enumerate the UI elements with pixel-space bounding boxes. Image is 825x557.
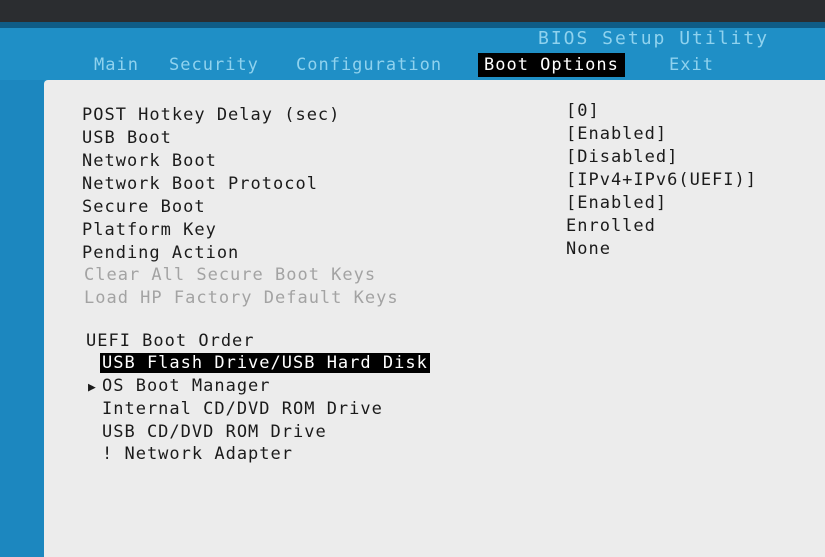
tab-security[interactable]: Security [163, 53, 265, 77]
screen-left-edge [0, 80, 44, 557]
monitor-bezel [0, 0, 825, 22]
boot-order-title: UEFI Boot Order [86, 331, 255, 351]
value-network-boot[interactable]: [Disabled] [566, 146, 678, 168]
value-secure-boot[interactable]: [Enabled] [566, 192, 667, 214]
boot-item-os-boot-manager[interactable]: ▶ OS Boot Manager [88, 375, 271, 399]
setting-post-hotkey-delay[interactable]: POST Hotkey Delay (sec) [82, 104, 340, 126]
value-post-hotkey-delay[interactable]: [0] [566, 100, 600, 122]
setting-platform-key: Platform Key [82, 220, 217, 240]
bios-title: BIOS Setup Utility [538, 28, 770, 49]
value-network-boot-protocol[interactable]: [IPv4+IPv6(UEFI)] [566, 169, 757, 191]
setting-network-boot-protocol[interactable]: Network Boot Protocol [82, 173, 318, 195]
tab-main[interactable]: Main [88, 53, 145, 77]
tab-configuration[interactable]: Configuration [290, 53, 448, 77]
boot-options-panel: POST Hotkey Delay (sec) USB Boot Network… [44, 80, 825, 557]
setting-secure-boot[interactable]: Secure Boot [82, 196, 206, 218]
tab-exit[interactable]: Exit [663, 53, 720, 77]
action-load-hp-default-keys: Load HP Factory Default Keys [84, 288, 399, 308]
menu-bar: Main Security Configuration Boot Options… [0, 53, 825, 79]
value-pending-action: None [566, 239, 611, 259]
setting-network-boot[interactable]: Network Boot [82, 150, 217, 172]
setting-usb-boot[interactable]: USB Boot [82, 127, 172, 149]
boot-item-usb-flash-drive[interactable]: USB Flash Drive/USB Hard Disk [100, 352, 430, 374]
value-platform-key: Enrolled [566, 216, 656, 236]
action-clear-secure-boot-keys: Clear All Secure Boot Keys [84, 265, 377, 285]
tab-boot-options[interactable]: Boot Options [478, 53, 625, 77]
boot-item-internal-cd-dvd[interactable]: Internal CD/DVD ROM Drive [102, 398, 383, 420]
setting-pending-action: Pending Action [82, 243, 240, 263]
boot-item-label: USB Flash Drive/USB Hard Disk [100, 353, 430, 373]
boot-item-usb-cd-dvd[interactable]: USB CD/DVD ROM Drive [102, 421, 327, 443]
boot-item-network-adapter[interactable]: ! Network Adapter [102, 443, 293, 465]
boot-item-label: OS Boot Manager [102, 376, 271, 396]
expand-arrow-icon[interactable]: ▶ [88, 377, 102, 399]
value-usb-boot[interactable]: [Enabled] [566, 123, 667, 145]
